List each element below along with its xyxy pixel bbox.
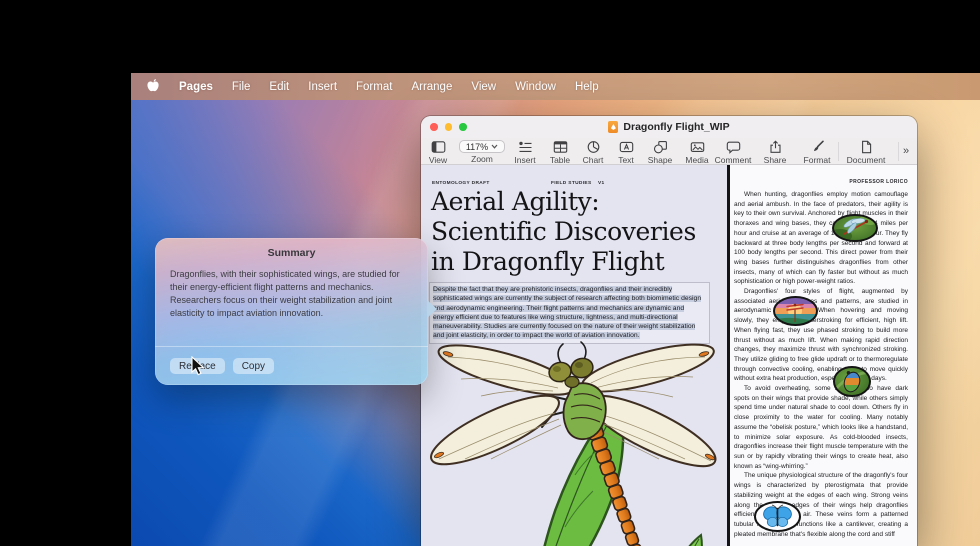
comment-button[interactable]: Comment bbox=[709, 140, 757, 165]
menu-item-pages[interactable]: Pages bbox=[179, 81, 213, 93]
selected-paragraph[interactable]: Despite the fact that they are prehistor… bbox=[433, 286, 701, 339]
body-paragraph-1[interactable]: When hunting, dragonflies employ motion … bbox=[734, 190, 908, 287]
format-label: Format bbox=[804, 155, 831, 165]
insert-icon bbox=[518, 140, 533, 154]
shape-icon bbox=[653, 140, 668, 154]
pages-window: Dragonfly Flight_WIP View 117% Zoom Inse… bbox=[421, 116, 917, 546]
pages-document-icon bbox=[608, 121, 618, 133]
window-title-text: Dragonfly Flight_WIP bbox=[623, 121, 729, 133]
page-1: ENTOMOLOGY DRAFT FIELD STUDIES V1 Aerial… bbox=[421, 165, 727, 546]
kicker-left: ENTOMOLOGY DRAFT bbox=[432, 181, 490, 186]
zoom-window-button[interactable] bbox=[459, 123, 467, 131]
text-label: Text bbox=[618, 155, 634, 165]
dragonfly-illustration[interactable] bbox=[423, 341, 725, 546]
byline: PROFESSOR LORICO bbox=[734, 179, 908, 185]
menu-item-file[interactable]: File bbox=[232, 81, 251, 93]
document-button[interactable]: Document bbox=[838, 140, 894, 165]
insert-label: Insert bbox=[514, 155, 535, 165]
title-line-2: Scientific Discoveries bbox=[431, 217, 721, 247]
window-titlebar[interactable]: Dragonfly Flight_WIP bbox=[421, 116, 917, 138]
title-line-3: in Dragonfly Flight bbox=[431, 247, 721, 277]
close-button[interactable] bbox=[430, 123, 438, 131]
popup-arrow bbox=[427, 300, 437, 318]
macos-desktop: Pages File Edit Insert Format Arrange Vi… bbox=[131, 73, 980, 546]
kicker-center: FIELD STUDIES bbox=[551, 181, 592, 186]
table-icon bbox=[553, 140, 568, 154]
inline-image-dragonfly-green[interactable] bbox=[832, 214, 878, 242]
document-canvas: ENTOMOLOGY DRAFT FIELD STUDIES V1 Aerial… bbox=[421, 165, 917, 546]
menu-bar: Pages File Edit Insert Format Arrange Vi… bbox=[131, 73, 980, 100]
apple-logo-icon[interactable] bbox=[147, 78, 160, 96]
menu-item-window[interactable]: Window bbox=[515, 81, 556, 93]
menu-item-view[interactable]: View bbox=[471, 81, 496, 93]
toolbar-separator bbox=[898, 142, 899, 161]
popup-title: Summary bbox=[155, 238, 428, 259]
text-box-icon bbox=[619, 140, 634, 154]
popup-summary-text: Dragonflies, with their sophisticated wi… bbox=[155, 259, 428, 320]
document-icon bbox=[859, 140, 874, 154]
comment-icon bbox=[726, 140, 741, 154]
media-label: Media bbox=[685, 155, 708, 165]
menu-item-insert[interactable]: Insert bbox=[308, 81, 337, 93]
menu-item-format[interactable]: Format bbox=[356, 81, 392, 93]
title-line-1: Aerial Agility: bbox=[431, 187, 721, 217]
body-paragraph-3[interactable]: To avoid overheating, some species also … bbox=[734, 384, 908, 471]
menu-item-help[interactable]: Help bbox=[575, 81, 599, 93]
share-button[interactable]: Share bbox=[751, 140, 799, 165]
minimize-button[interactable] bbox=[445, 123, 453, 131]
toolbar: View 117% Zoom Insert Table Chart bbox=[421, 138, 917, 165]
table-label: Table bbox=[550, 155, 570, 165]
sidebar-icon bbox=[431, 140, 446, 154]
chart-label: Chart bbox=[583, 155, 604, 165]
zoom-label: Zoom bbox=[471, 154, 493, 164]
share-icon bbox=[768, 140, 783, 154]
menu-item-arrange[interactable]: Arrange bbox=[411, 81, 452, 93]
article-title[interactable]: Aerial Agility: Scientific Discoveries i… bbox=[431, 187, 721, 277]
toolbar-overflow-button[interactable]: » bbox=[903, 145, 909, 157]
page-2: PROFESSOR LORICO When hunting, dragonfli… bbox=[730, 165, 917, 546]
body-paragraph-2[interactable]: Dragonflies' four styles of flight, augm… bbox=[734, 287, 908, 384]
media-icon bbox=[690, 140, 705, 154]
format-brush-icon bbox=[810, 140, 825, 154]
view-label: View bbox=[429, 155, 447, 165]
document-label: Document bbox=[847, 155, 886, 165]
inline-image-dragonfly-sunset[interactable] bbox=[773, 296, 818, 326]
selected-text-frame[interactable]: Despite the fact that they are prehistor… bbox=[429, 282, 710, 344]
share-label: Share bbox=[764, 155, 787, 165]
comment-label: Comment bbox=[715, 155, 752, 165]
inline-image-butterfly[interactable] bbox=[754, 501, 801, 532]
pie-chart-icon bbox=[586, 140, 601, 154]
kicker-right: V1 bbox=[598, 181, 605, 186]
shape-label: Shape bbox=[648, 155, 673, 165]
framed-screenshot: Pages File Edit Insert Format Arrange Vi… bbox=[0, 0, 980, 546]
window-title: Dragonfly Flight_WIP bbox=[421, 116, 917, 138]
inline-image-beetle-leaf[interactable] bbox=[833, 366, 871, 397]
mouse-cursor bbox=[191, 356, 205, 376]
chevron-down-icon bbox=[491, 144, 498, 149]
menu-item-edit[interactable]: Edit bbox=[269, 81, 289, 93]
format-button[interactable]: Format bbox=[793, 140, 841, 165]
copy-button[interactable]: Copy bbox=[233, 358, 274, 374]
traffic-lights bbox=[430, 123, 467, 131]
zoom-value: 117% bbox=[466, 142, 488, 152]
